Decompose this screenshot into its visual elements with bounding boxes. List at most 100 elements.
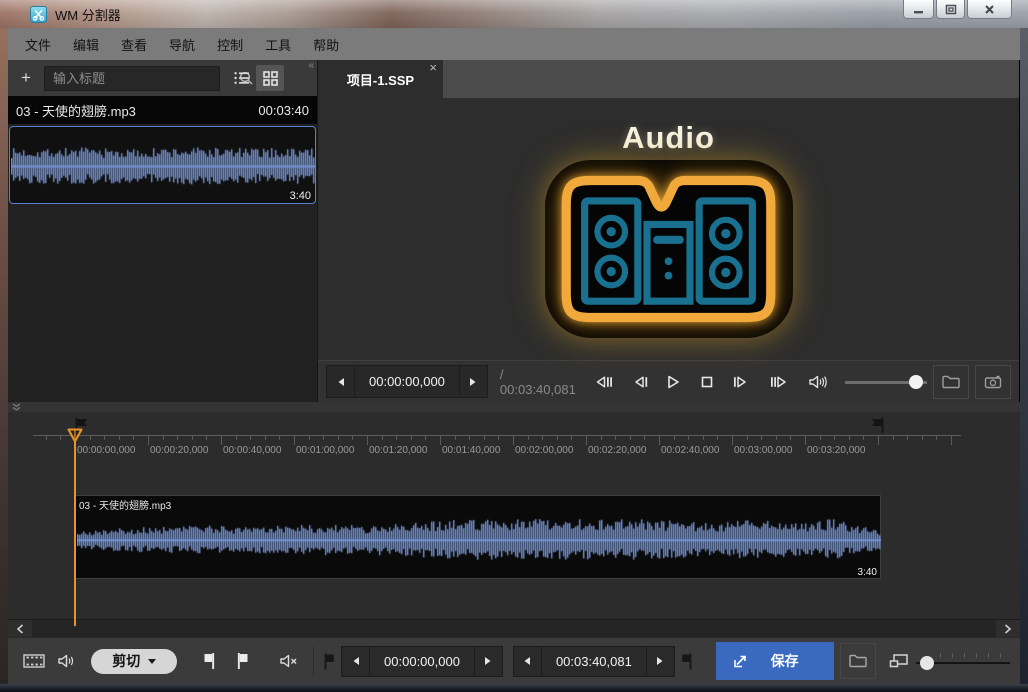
frame-mode-button[interactable] xyxy=(18,644,51,678)
ruler-label: 00:01:40,000 xyxy=(442,445,500,456)
mode-dropdown-label: 剪切 xyxy=(112,651,140,671)
current-time-field[interactable]: 00:00:00,000 xyxy=(354,366,460,397)
volume-button[interactable] xyxy=(805,367,832,397)
time-decrement-button[interactable] xyxy=(327,366,354,397)
skip-to-start-button[interactable] xyxy=(590,367,617,397)
skip-forward-icon xyxy=(770,374,789,390)
skip-to-end-button[interactable] xyxy=(766,367,793,397)
ruler-label: 00:01:00,000 xyxy=(296,445,354,456)
ruler-label: 00:00:20,000 xyxy=(150,445,208,456)
ruler-tick xyxy=(60,436,61,440)
volume-slider-knob[interactable] xyxy=(909,375,923,389)
dropdown-caret-icon xyxy=(148,659,156,664)
dark-flag-left-icon xyxy=(680,652,694,671)
window-title: WM 分割器 xyxy=(55,5,121,24)
menu-help[interactable]: 帮助 xyxy=(302,30,350,59)
ruler-tick xyxy=(484,436,485,440)
minimize-button[interactable] xyxy=(903,0,934,19)
ruler-tick xyxy=(542,436,543,440)
audio-mode-button[interactable] xyxy=(51,644,84,678)
ruler-label: 00:02:40,000 xyxy=(661,445,719,456)
ruler-tick xyxy=(133,436,134,440)
zoom-slider-knob[interactable] xyxy=(920,656,934,670)
ruler-label: 00:00:40,000 xyxy=(223,445,281,456)
step-forward-button[interactable] xyxy=(727,367,754,397)
close-button[interactable] xyxy=(967,0,1012,19)
end-decrement-button[interactable] xyxy=(514,647,541,676)
menu-tools[interactable]: 工具 xyxy=(254,30,302,59)
set-start-marker-button[interactable] xyxy=(193,644,226,678)
transport-bar: 00:00:00,000 / 00:03:40,081 xyxy=(318,360,1019,402)
scroll-left-button[interactable] xyxy=(8,620,32,637)
mode-dropdown[interactable]: 剪切 xyxy=(91,649,177,674)
menu-edit[interactable]: 编辑 xyxy=(62,30,110,59)
chevron-left-icon xyxy=(16,624,24,634)
ruler-tick xyxy=(630,436,631,440)
ruler-tick xyxy=(849,436,850,440)
snapshot-button[interactable] xyxy=(975,365,1011,399)
media-thumbnail[interactable]: 3:40 xyxy=(9,126,316,204)
ruler-tick xyxy=(922,436,923,440)
ruler-tick xyxy=(717,436,718,440)
menu-control[interactable]: 控制 xyxy=(206,30,254,59)
ruler-tick xyxy=(469,436,470,440)
collapse-panel-icon[interactable]: « xyxy=(308,60,314,71)
library-panel: + xyxy=(8,60,318,402)
ruler-tick xyxy=(236,436,237,440)
set-end-marker-button[interactable] xyxy=(226,644,259,678)
mute-button[interactable] xyxy=(272,644,305,678)
ruler-tick xyxy=(674,436,675,440)
timeline-scrollbar[interactable] xyxy=(8,619,1020,637)
menubar: 文件 编辑 查看 导航 控制 工具 帮助 xyxy=(8,28,1020,60)
tab-project-1[interactable]: 项目-1.SSP × xyxy=(318,60,443,98)
add-media-button[interactable]: + xyxy=(12,65,40,91)
toolbar-separator xyxy=(313,646,314,676)
save-button[interactable]: 保存 xyxy=(716,642,835,680)
stop-button[interactable] xyxy=(694,367,721,397)
menu-view[interactable]: 查看 xyxy=(110,30,158,59)
ruler-tick xyxy=(163,436,164,440)
maximize-button[interactable] xyxy=(936,0,965,19)
clip-name: 03 - 天使的翅膀.mp3 xyxy=(79,497,171,512)
timeline-panel: 00:00:00,00000:00:20,00000:00:40,00000:0… xyxy=(8,412,1020,637)
stop-icon xyxy=(700,375,714,389)
grid-view-button[interactable] xyxy=(256,65,284,91)
ruler-tick xyxy=(659,436,660,445)
playhead-line[interactable] xyxy=(74,430,76,626)
list-view-button[interactable] xyxy=(228,65,256,91)
menu-file[interactable]: 文件 xyxy=(14,30,62,59)
ruler-tick xyxy=(250,436,251,440)
selection-end-flag xyxy=(680,652,694,671)
zoom-slider[interactable] xyxy=(916,652,1010,670)
ruler-tick xyxy=(703,436,704,440)
start-decrement-button[interactable] xyxy=(342,647,369,676)
ruler-tick xyxy=(557,436,558,440)
time-increment-button[interactable] xyxy=(460,366,487,397)
selection-start-field[interactable]: 00:00:00,000 xyxy=(369,647,475,676)
start-increment-button[interactable] xyxy=(475,647,502,676)
speaker-icon xyxy=(808,374,828,390)
timeline-clip[interactable]: 03 - 天使的翅膀.mp3 3:40 xyxy=(75,495,881,579)
panel-splitter[interactable] xyxy=(8,402,1020,412)
library-toolbar: + xyxy=(8,60,317,96)
output-folder-button[interactable] xyxy=(840,643,876,679)
play-button[interactable] xyxy=(660,367,687,397)
menu-navigate[interactable]: 导航 xyxy=(158,30,206,59)
step-forward-icon xyxy=(733,374,749,390)
open-folder-button[interactable] xyxy=(933,365,969,399)
end-increment-button[interactable] xyxy=(647,647,674,676)
ruler-tick xyxy=(688,436,689,440)
tab-bar: 项目-1.SSP × xyxy=(318,60,1019,98)
volume-slider[interactable] xyxy=(845,375,927,389)
ruler-tick xyxy=(805,436,806,445)
selection-end-field[interactable]: 00:03:40,081 xyxy=(541,647,647,676)
search-input[interactable] xyxy=(45,71,237,86)
step-back-button[interactable] xyxy=(626,367,653,397)
ruler-tick xyxy=(440,436,441,445)
tab-close-icon[interactable]: × xyxy=(429,60,437,75)
mute-icon xyxy=(279,653,299,669)
scroll-right-button[interactable] xyxy=(996,620,1020,637)
playhead-handle[interactable] xyxy=(67,428,83,444)
end-marker-flag[interactable] xyxy=(870,418,884,433)
media-list-item[interactable]: 03 - 天使的翅膀.mp3 00:03:40 xyxy=(8,96,317,124)
